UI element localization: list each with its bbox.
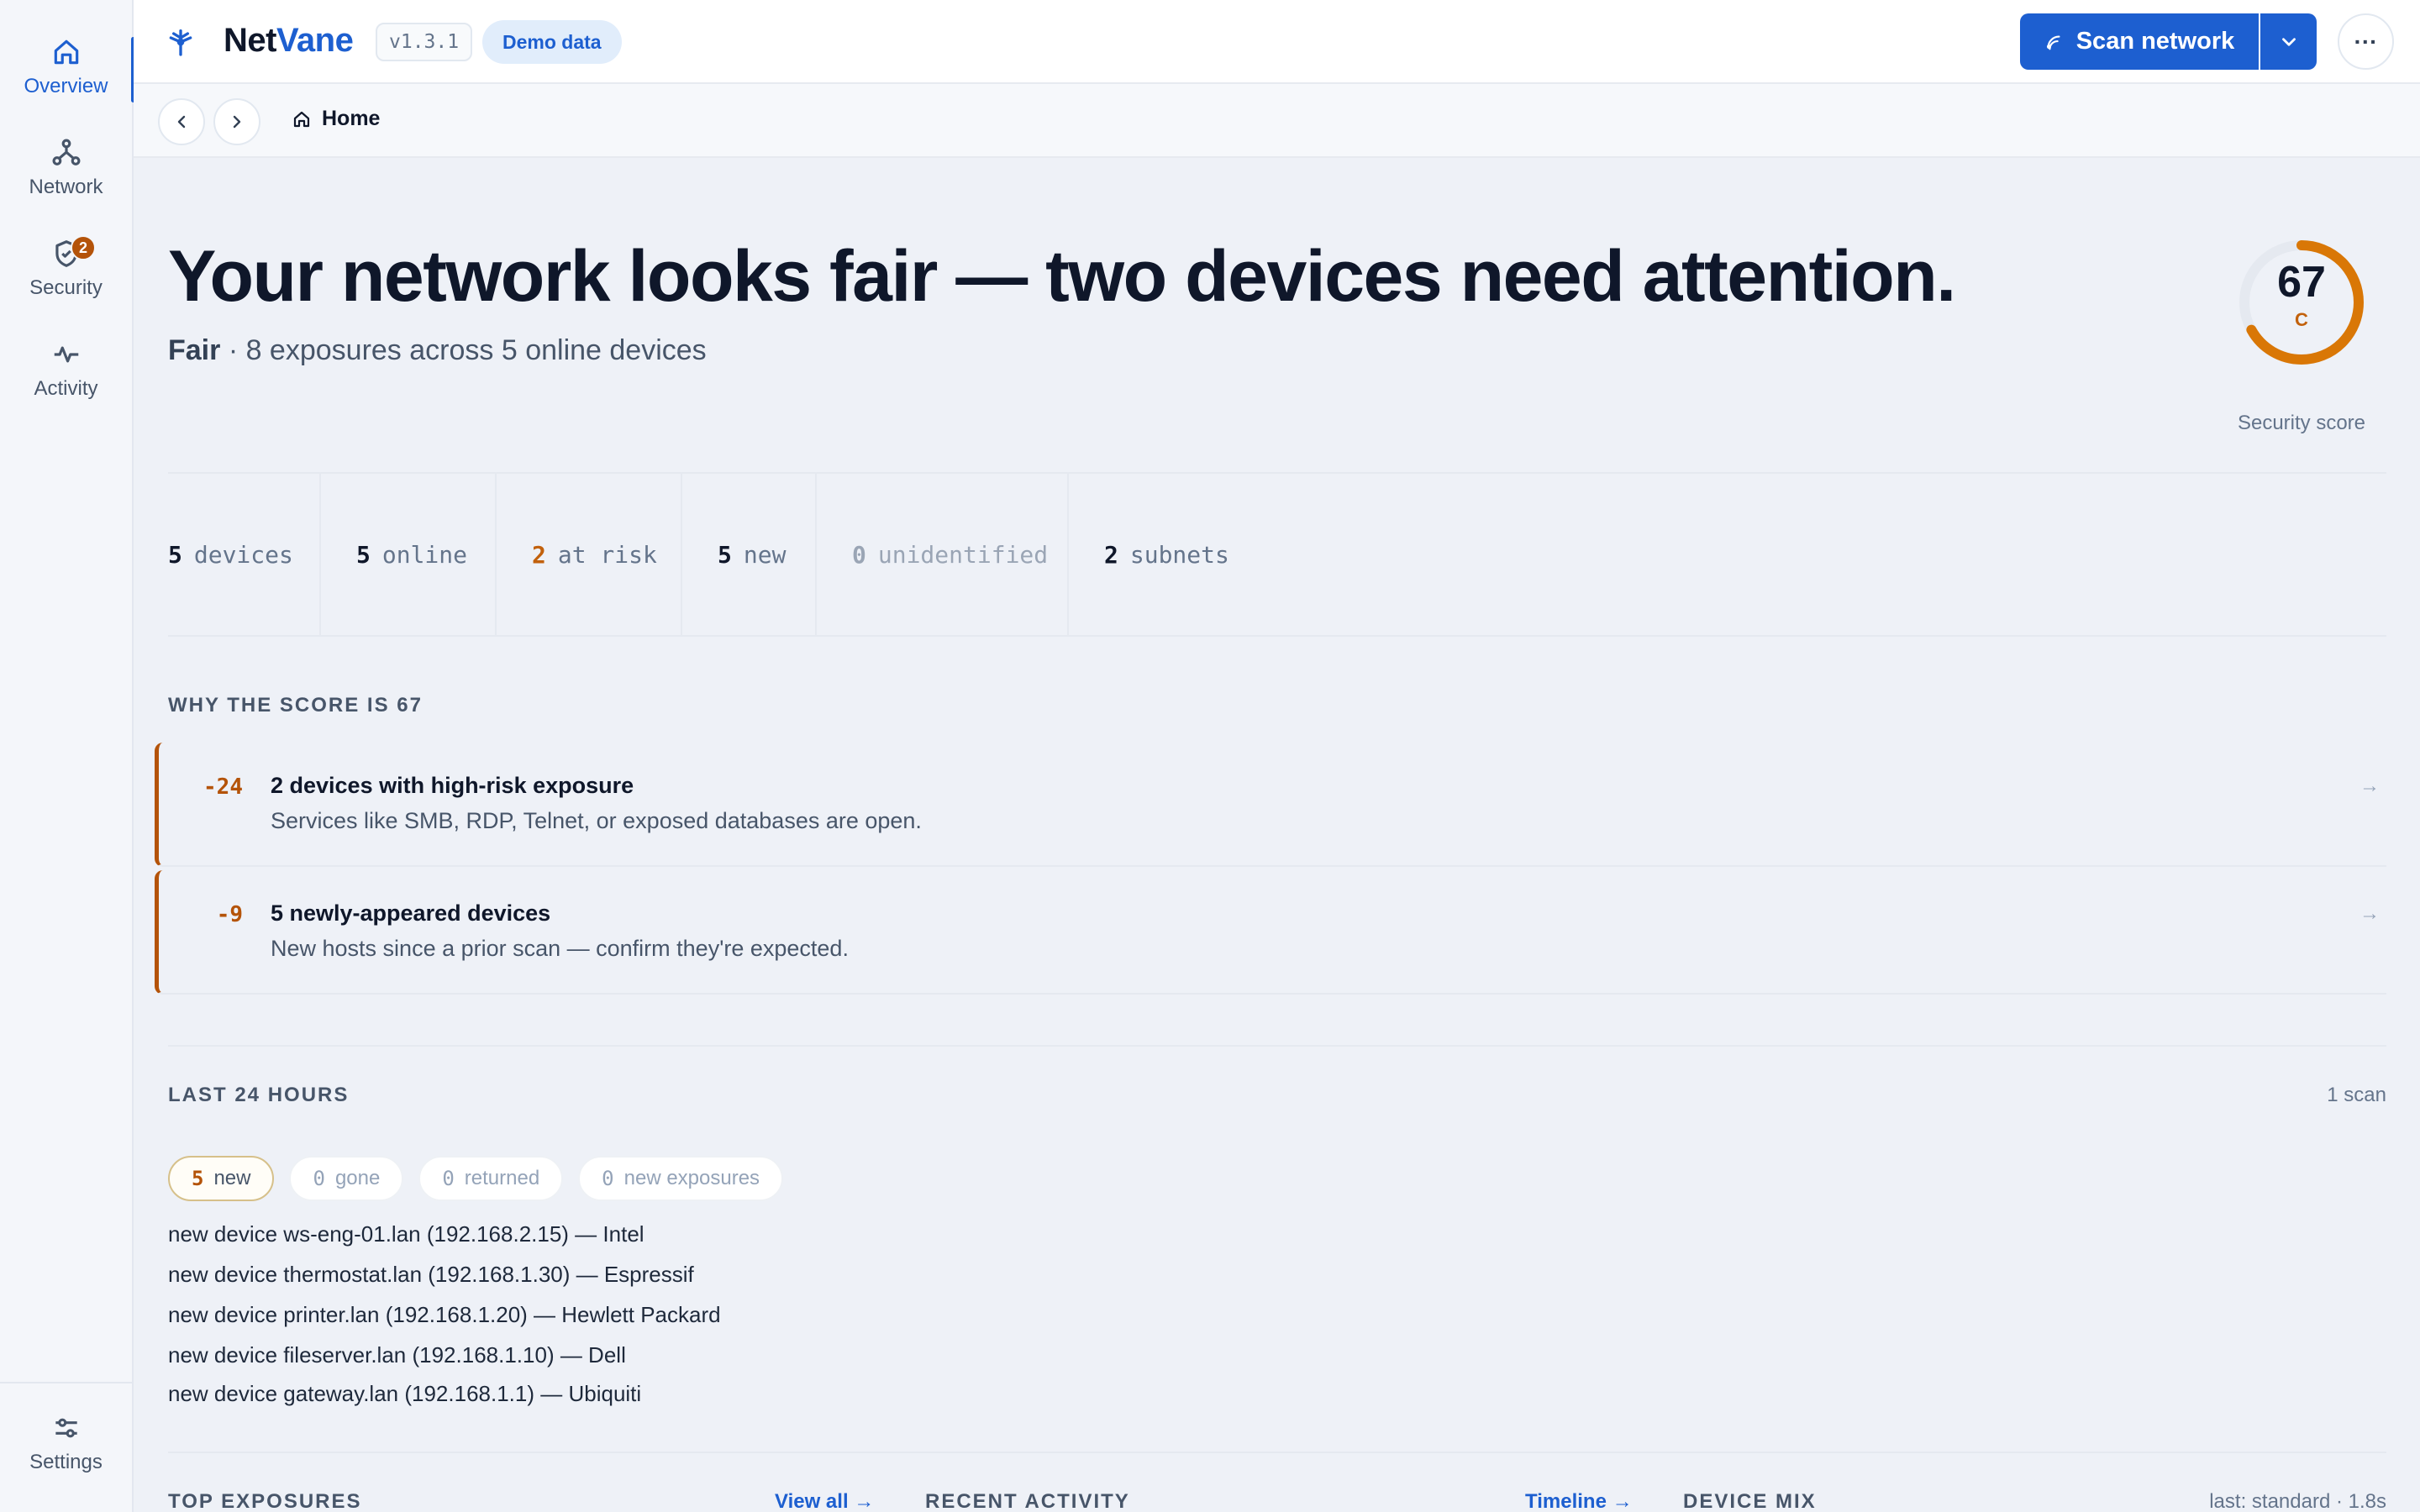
more-menu-button[interactable]: ··· <box>2338 13 2394 70</box>
stat-online[interactable]: 5 online <box>321 474 497 635</box>
reason-title: 5 newly-appeared devices <box>271 900 551 926</box>
wifi-scan-icon <box>2046 34 2060 50</box>
status-summary: Fair · 8 exposures across 5 online devic… <box>168 334 707 367</box>
chevron-left-icon <box>177 115 186 129</box>
security-score-value: 67 <box>2277 258 2326 307</box>
recent-activity-heading: RECENT ACTIVITY <box>925 1490 1130 1512</box>
reason-description: New hosts since a prior scan — confirm t… <box>271 936 849 961</box>
security-badge: 2 <box>71 235 96 260</box>
reason-delta: -9 <box>216 902 243 927</box>
sidebar-item-settings[interactable]: Settings <box>0 1403 132 1483</box>
sidebar-item-activity[interactable]: Activity <box>0 329 132 410</box>
version-badge: v1.3.1 <box>376 23 473 61</box>
stat-new[interactable]: 5 new <box>682 474 817 635</box>
network-icon <box>52 139 80 165</box>
page-title: Your network looks fair — two devices ne… <box>168 236 1956 317</box>
arrow-right-icon: → <box>2360 774 2380 797</box>
security-score-label: Security score <box>2237 412 2366 434</box>
forward-button[interactable] <box>213 98 260 145</box>
demo-data-badge[interactable]: Demo data <box>482 20 622 64</box>
stat-subnets[interactable]: 2 subnets <box>1069 474 1287 635</box>
view-all-exposures-link[interactable]: View all → <box>775 1490 874 1512</box>
stat-unidentified[interactable]: 0 unidentified <box>817 474 1069 635</box>
stats-strip: 5 devices 5 online 2 at risk 5 new 0 unidenti… <box>168 472 2386 637</box>
sidebar-divider <box>0 1382 132 1383</box>
sidebar-item-overview[interactable]: Overview <box>0 27 135 108</box>
sidebar-item-security[interactable]: Security 2 <box>0 228 132 309</box>
sidebar-item-network[interactable]: Network <box>0 128 132 208</box>
scan-network-button[interactable]: Scan network <box>2020 13 2259 70</box>
score-reason-high-risk[interactable]: -24 2 devices with high-risk exposure Se… <box>155 743 2386 867</box>
device-mix-heading: DEVICE MIX <box>1683 1490 1817 1512</box>
scan-options-dropdown[interactable] <box>2260 13 2317 70</box>
score-reasons-heading: WHY THE SCORE IS 67 <box>168 694 423 717</box>
overview-main: Your network looks fair — two devices ne… <box>134 158 2420 1512</box>
sidebar-item-label: Overview <box>24 75 108 97</box>
sidebar: Overview Network Security 2 Activity Set… <box>0 0 135 1512</box>
filter-chip-new-exposures[interactable]: 0 new exposures <box>578 1156 784 1201</box>
breadcrumb-bar: Home <box>134 84 2420 158</box>
sidebar-item-label: Security <box>29 276 103 299</box>
exposure-summary: · 8 exposures across 5 online devices <box>228 334 707 366</box>
sliders-icon <box>55 1418 77 1438</box>
home-icon <box>54 39 78 65</box>
chevron-right-icon <box>233 115 241 129</box>
timeline-link[interactable]: Timeline → <box>1525 1490 1633 1512</box>
scan-network-label: Scan network <box>2075 28 2235 55</box>
stat-at-risk[interactable]: 2 at risk <box>497 474 682 635</box>
home-icon <box>293 111 310 127</box>
reason-delta: -24 <box>203 774 243 800</box>
security-score-grade: C <box>2295 309 2308 330</box>
divider <box>168 1452 2386 1453</box>
activity-icon <box>54 346 78 363</box>
scan-count: 1 scan <box>2327 1084 2386 1106</box>
event-list-item[interactable]: new device printer.lan (192.168.1.20) — … <box>168 1302 721 1328</box>
more-icon: ··· <box>2354 28 2378 55</box>
last-24-hours-heading: LAST 24 HOURS <box>168 1084 350 1106</box>
divider <box>168 1045 2386 1047</box>
top-exposures-heading: TOP EXPOSURES <box>168 1490 362 1512</box>
last-scan-meta: last: standard · 1.8s <box>2209 1490 2386 1512</box>
filter-chip-returned[interactable]: 0 returned <box>418 1156 564 1201</box>
event-list-item[interactable]: new device gateway.lan (192.168.1.1) — U… <box>168 1381 641 1407</box>
event-list-item[interactable]: new device ws-eng-01.lan (192.168.2.15) … <box>168 1221 644 1247</box>
top-bar: NetVane v1.3.1 Demo data Scan network ··… <box>134 0 2420 84</box>
arrow-right-icon: → <box>2360 902 2380 925</box>
sidebar-item-label: Settings <box>29 1451 103 1473</box>
breadcrumb[interactable]: Home <box>292 107 380 131</box>
reason-title: 2 devices with high-risk exposure <box>271 773 634 798</box>
app-title: NetVane <box>224 22 354 59</box>
vane-logo-icon <box>169 29 192 56</box>
sidebar-item-label: Network <box>29 176 103 198</box>
event-list-item[interactable]: new device fileserver.lan (192.168.1.10)… <box>168 1342 626 1368</box>
event-list-item[interactable]: new device thermostat.lan (192.168.1.30)… <box>168 1262 694 1288</box>
breadcrumb-label: Home <box>322 107 381 130</box>
change-filters: 5 new 0 gone 0 returned 0 new exposures <box>168 1156 784 1201</box>
score-reason-new-devices[interactable]: -9 5 newly-appeared devices New hosts si… <box>155 870 2386 995</box>
back-button[interactable] <box>158 98 205 145</box>
filter-chip-new[interactable]: 5 new <box>168 1156 275 1201</box>
filter-chip-gone[interactable]: 0 gone <box>289 1156 404 1201</box>
chevron-down-icon <box>2281 37 2296 46</box>
reason-description: Services like SMB, RDP, Telnet, or expos… <box>271 808 922 833</box>
status-word: Fair <box>168 334 221 366</box>
sidebar-item-label: Activity <box>34 377 98 400</box>
stat-devices[interactable]: 5 devices <box>168 474 321 635</box>
